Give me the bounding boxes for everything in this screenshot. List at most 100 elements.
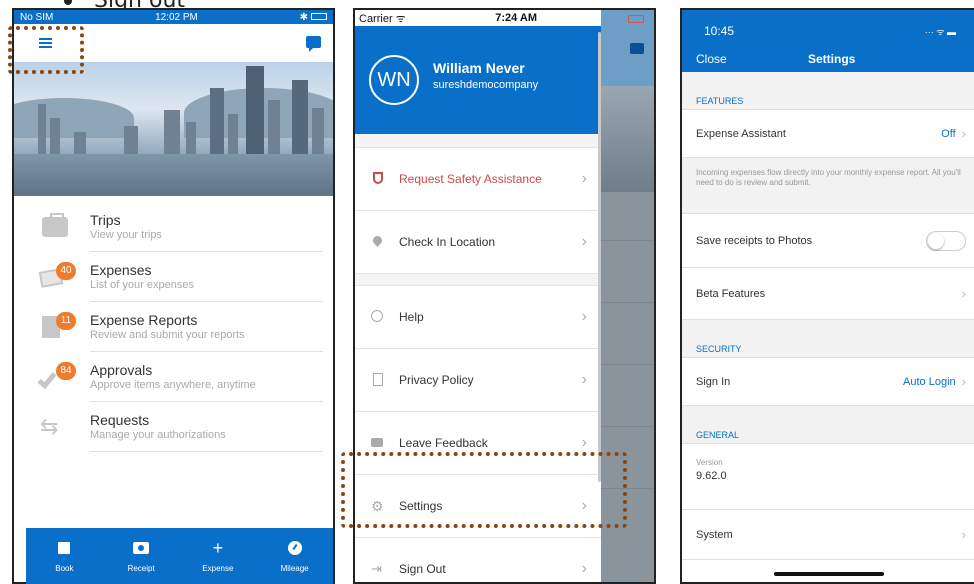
document-icon (373, 373, 383, 386)
menu-item-subtitle: Review and submit your reports (90, 329, 245, 341)
city-skyline-image (14, 62, 333, 196)
tab-book[interactable]: Book (26, 528, 103, 584)
drawer-scrollbar[interactable] (598, 32, 601, 482)
status-time: 7:24 AM (495, 12, 537, 24)
globe-icon (371, 310, 383, 322)
version-value: 9.62.0 (696, 470, 727, 482)
drawer-item-privacy-policy[interactable]: Privacy Policy › (355, 349, 601, 412)
status-time: 12:02 PM (155, 11, 198, 23)
status-bar: No SIM 12:02 PM ✱ (14, 10, 333, 24)
chevron-right-icon: › (581, 233, 587, 250)
briefcase-icon (58, 542, 71, 554)
sign-out-icon: ⇥ (371, 561, 382, 576)
carrier-label: Carrier ᯤ (359, 12, 406, 25)
setting-expense-assistant[interactable]: Expense Assistant Off › (682, 110, 974, 158)
status-time: 10:45 (704, 24, 735, 38)
checkmark-icon: 84 (37, 362, 76, 390)
chevron-right-icon: › (961, 126, 966, 141)
settings-header: 10:45 ··· ᯤ ▬ Close Settings (682, 10, 974, 72)
setting-label: Beta Features (696, 287, 766, 300)
chevron-right-icon: › (581, 560, 587, 577)
tab-label: Expense (202, 564, 234, 573)
home-menu: Trips View your trips 40 Expenses List o… (14, 196, 333, 452)
profile-header[interactable]: WN William Never sureshdemocompany (355, 26, 601, 134)
location-pin-icon (371, 234, 384, 247)
bullet-icon (64, 0, 72, 5)
drawer-item-label: Help (399, 310, 424, 324)
setting-label: System (696, 528, 733, 541)
company-name: sureshdemocompany (433, 78, 539, 91)
setting-save-receipts: Save receipts to Photos (682, 214, 974, 268)
setting-value: Off (941, 127, 956, 140)
chevron-right-icon: › (961, 374, 966, 389)
home-indicator[interactable] (774, 572, 884, 576)
drawer-item-label: Check In Location (399, 235, 496, 249)
drawer-item-label: Request Safety Assistance (399, 172, 542, 186)
section-header-security: SECURITY (682, 320, 974, 358)
feedback-bubble-icon (371, 438, 383, 447)
phone-home-screen: No SIM 12:02 PM ✱ Trips View your trips (12, 8, 335, 584)
phone-settings-screen: 10:45 ··· ᯤ ▬ Close Settings FEATURES Ex… (680, 8, 974, 584)
chevron-right-icon: › (581, 308, 587, 325)
save-receipts-toggle[interactable] (926, 230, 966, 251)
carrier-label: No SIM (20, 11, 54, 23)
reports-count-badge: 11 (56, 312, 76, 330)
tab-label: Mileage (280, 564, 309, 573)
highlight-menu-button (8, 26, 84, 74)
chevron-right-icon: › (581, 434, 587, 451)
setting-value: Auto Login (903, 375, 956, 388)
drawer-item-sign-out[interactable]: ⇥ Sign Out › (355, 538, 601, 582)
drawer-item-label: Sign Out (399, 562, 446, 576)
battery-icon (628, 15, 644, 23)
tab-mileage[interactable]: Mileage (256, 528, 333, 584)
highlight-settings-item (341, 452, 627, 528)
drawer-item-label: Privacy Policy (399, 373, 474, 387)
setting-beta-features[interactable]: Beta Features › (682, 268, 974, 320)
shield-icon (373, 172, 383, 184)
menu-item-approvals[interactable]: 84 Approvals Approve items anywhere, any… (14, 352, 333, 402)
swap-arrows-icon: ⇆ (40, 414, 59, 439)
section-header-features: FEATURES (682, 72, 974, 110)
tab-label: Book (55, 564, 74, 573)
menu-item-title: Expenses (90, 262, 152, 278)
menu-item-subtitle: List of your expenses (90, 279, 194, 291)
briefcase-icon (38, 212, 74, 240)
camera-icon (133, 542, 150, 554)
chat-icon (630, 43, 644, 54)
close-button[interactable]: Close (696, 52, 727, 66)
chat-icon[interactable] (306, 36, 321, 52)
plus-icon: + (212, 538, 224, 558)
drawer-item-label: Leave Feedback (399, 436, 488, 450)
version-label: Version (696, 458, 723, 467)
menu-item-expenses[interactable]: 40 Expenses List of your expenses (14, 252, 333, 302)
setting-sign-in[interactable]: Sign In Auto Login › (682, 358, 974, 406)
expense-assistant-description: Incoming expenses flow directly into you… (682, 158, 974, 214)
chevron-right-icon: › (961, 286, 966, 301)
drawer-item-check-in[interactable]: Check In Location › (355, 211, 601, 274)
drawer-item-safety-assistance[interactable]: Request Safety Assistance › (355, 148, 601, 211)
setting-label: Save receipts to Photos (696, 234, 813, 247)
chevron-right-icon: › (961, 527, 966, 542)
tab-receipt[interactable]: Receipt (103, 528, 180, 584)
menu-item-subtitle: Manage your authorizations (90, 429, 226, 441)
signal-battery-icon: ··· ᯤ ▬ (924, 27, 956, 37)
tab-expense[interactable]: + Expense (180, 528, 257, 584)
section-header-general: GENERAL (682, 406, 974, 444)
setting-system[interactable]: System › (682, 510, 974, 560)
chevron-right-icon: › (581, 170, 587, 187)
expenses-count-badge: 40 (56, 262, 76, 280)
menu-item-title: Expense Reports (90, 312, 198, 328)
menu-item-trips[interactable]: Trips View your trips (14, 202, 333, 252)
menu-item-title: Trips (90, 212, 121, 228)
speedometer-icon (287, 541, 302, 555)
battery-icon: ✱ (300, 12, 327, 23)
report-icon: 11 (38, 312, 76, 340)
menu-item-requests[interactable]: ⇆ Requests Manage your authorizations (14, 402, 333, 452)
user-name: William Never (433, 59, 525, 76)
card-icon: 40 (38, 262, 76, 290)
drawer-item-help[interactable]: Help › (355, 286, 601, 349)
setting-label: Expense Assistant (696, 127, 786, 140)
menu-item-subtitle: Approve items anywhere, anytime (90, 379, 256, 391)
chevron-right-icon: › (581, 371, 587, 388)
menu-item-expense-reports[interactable]: 11 Expense Reports Review and submit you… (14, 302, 333, 352)
